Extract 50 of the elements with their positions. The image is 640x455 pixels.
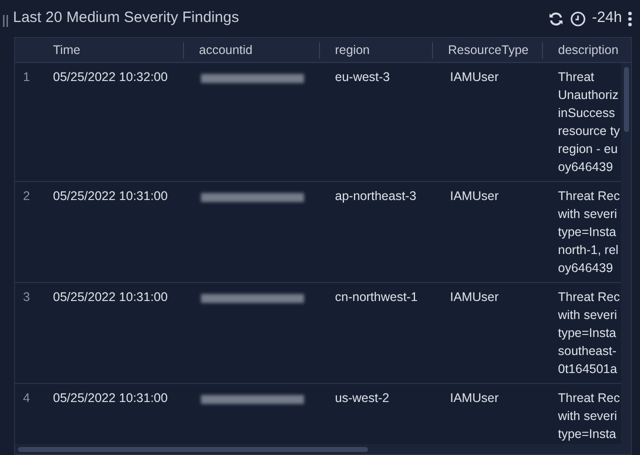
table-cell: cn-northwest-1 <box>335 290 418 304</box>
table-cell: 05/25/2022 10:31:00 <box>53 391 168 405</box>
description-line: 0t164501a <box>558 361 618 378</box>
table-cell: eu-west-3 <box>335 70 390 84</box>
table-cell: 05/25/2022 10:32:00 <box>53 70 168 84</box>
row-number: 1 <box>23 70 30 84</box>
drag-handle-icon[interactable] <box>3 14 9 26</box>
vertical-scrollbar[interactable] <box>621 63 631 454</box>
row-number: 3 <box>23 290 30 304</box>
table-cell: IAMUser <box>450 290 499 304</box>
scrollbar-thumb[interactable] <box>624 67 628 132</box>
description-line: southeast- <box>558 343 616 360</box>
column-header[interactable]: description <box>543 40 618 60</box>
more-options-icon[interactable] <box>628 10 632 26</box>
description-line: Unauthoriz <box>558 87 618 104</box>
description-line: north-1, rel <box>558 242 618 259</box>
description-line: type=Insta <box>558 224 616 241</box>
table-cell: IAMUser <box>450 70 499 84</box>
column-header[interactable]: ResourceType <box>433 40 529 60</box>
table-cell: IAMUser <box>450 189 499 203</box>
column-header[interactable]: Time <box>41 40 80 60</box>
description-line: with severi <box>558 206 618 223</box>
description-line: oy646439 <box>558 260 613 277</box>
row-number: 2 <box>23 189 30 203</box>
description-line: with severi <box>558 408 618 425</box>
table-cell: IAMUser <box>450 391 499 405</box>
clock-icon[interactable] <box>570 10 586 26</box>
description-line: inSuccess <box>558 105 615 122</box>
row-number: 4 <box>23 391 30 405</box>
description-line: with severi <box>558 307 618 324</box>
description-line: resource ty <box>558 123 620 140</box>
horizontal-scrollbar[interactable] <box>15 444 621 454</box>
refresh-icon[interactable] <box>548 10 564 26</box>
table-cell: us-west-2 <box>335 391 390 405</box>
scrollbar-thumb[interactable] <box>18 447 368 452</box>
panel-title: Last 20 Medium Severity Findings <box>13 8 239 28</box>
column-header[interactable]: region <box>320 40 370 60</box>
table-cell: 05/25/2022 10:31:00 <box>53 290 168 304</box>
description-line: oy646439 <box>558 159 613 176</box>
description-line: type=Insta <box>558 426 616 443</box>
description-line: Threat <box>558 69 594 86</box>
time-range-button[interactable]: -24h <box>592 7 622 30</box>
column-header[interactable]: accountid <box>184 40 253 60</box>
description-line: type=Insta <box>558 325 616 342</box>
description-line: region - eu <box>558 141 618 158</box>
table-cell: 05/25/2022 10:31:00 <box>53 189 168 203</box>
table-cell: ap-northeast-3 <box>335 189 416 203</box>
description-line: Threat Rec <box>558 390 620 407</box>
description-line: Threat Rec <box>558 188 620 205</box>
description-line: Threat Rec <box>558 289 620 306</box>
